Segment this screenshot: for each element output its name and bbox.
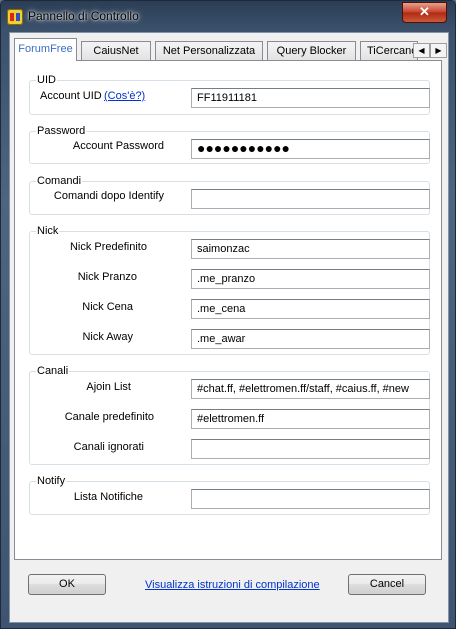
nick-group-title: Nick	[36, 225, 60, 238]
tab-ticercano[interactable]: TiCercano	[360, 41, 418, 60]
nick-group: Nick Nick Predefinito saimonzac Nick Pra…	[29, 225, 430, 355]
close-button[interactable]: ✕	[402, 2, 447, 23]
commands-after-identify-field[interactable]	[191, 189, 430, 209]
account-uid-label: Account UID	[40, 90, 102, 102]
account-password-field[interactable]: ●●●●●●●●●●●	[191, 139, 430, 159]
compilation-instructions-link[interactable]: Visualizza istruzioni di compilazione	[145, 579, 320, 591]
nick-away-label: Nick Away	[82, 331, 133, 343]
control-panel-window: Pannello di Controllo ✕ ForumFree CaiusN…	[0, 0, 456, 629]
tab-caiusnet[interactable]: CaiusNet	[81, 41, 151, 60]
tab-scroll-right-icon[interactable]: ▶	[430, 43, 447, 58]
account-uid-help-link[interactable]: (Cos'è?)	[104, 89, 145, 103]
dialog-client-area: ForumFree CaiusNet Net Personalizzata Qu…	[9, 32, 449, 623]
password-group-title: Password	[36, 125, 87, 138]
default-channel-field[interactable]: #elettromen.ff	[191, 409, 430, 429]
nick-lunch-field[interactable]: .me_pranzo	[191, 269, 430, 289]
ok-button[interactable]: OK	[28, 574, 106, 595]
nick-default-label: Nick Predefinito	[69, 241, 147, 253]
uid-group-title: UID	[36, 74, 57, 87]
nick-lunch-label: Nick Pranzo	[77, 271, 137, 283]
app-icon	[7, 9, 23, 25]
cancel-button[interactable]: Cancel	[348, 574, 426, 595]
commands-group-title: Comandi	[36, 175, 83, 188]
tab-strip: ForumFree CaiusNet Net Personalizzata Qu…	[10, 37, 448, 61]
notify-group: Notify Lista Notifiche	[29, 475, 430, 515]
notify-group-title: Notify	[36, 475, 67, 488]
autojoin-list-field[interactable]: #chat.ff, #elettromen.ff/staff, #caius.f…	[191, 379, 430, 399]
commands-group: Comandi Comandi dopo Identify	[29, 175, 430, 215]
commands-after-identify-label: Comandi dopo Identify	[53, 190, 164, 202]
uid-group: UID Account UID (Cos'è?) FF11911181	[29, 74, 430, 115]
notify-list-field[interactable]	[191, 489, 430, 509]
tab-scroll-left-icon[interactable]: ◀	[413, 43, 430, 58]
ignored-channels-label: Canali ignorati	[73, 441, 144, 453]
nick-default-field[interactable]: saimonzac	[191, 239, 430, 259]
window-title: Pannello di Controllo	[28, 9, 139, 23]
channels-group-title: Canali	[36, 365, 70, 378]
tab-query-blocker[interactable]: Query Blocker	[267, 41, 356, 60]
password-group: Password Account Password ●●●●●●●●●●●	[29, 125, 430, 164]
default-channel-label: Canale predefinito	[64, 411, 154, 423]
tab-net-personalizzata[interactable]: Net Personalizzata	[155, 41, 263, 60]
tab-forumfree[interactable]: ForumFree	[14, 38, 77, 61]
nick-dinner-field[interactable]: .me_cena	[191, 299, 430, 319]
nick-dinner-label: Nick Cena	[82, 301, 133, 313]
channels-group: Canali Ajoin List #chat.ff, #elettromen.…	[29, 365, 430, 465]
title-bar[interactable]: Pannello di Controllo ✕	[1, 1, 455, 31]
notify-list-label: Lista Notifiche	[73, 491, 143, 503]
nick-away-field[interactable]: .me_awar	[191, 329, 430, 349]
account-uid-field[interactable]: FF11911181	[191, 88, 430, 108]
autojoin-list-label: Ajoin List	[86, 381, 131, 393]
forumfree-tab-panel: UID Account UID (Cos'è?) FF11911181 Pass…	[14, 60, 442, 560]
ignored-channels-field[interactable]	[191, 439, 430, 459]
account-password-label: Account Password	[72, 140, 164, 152]
